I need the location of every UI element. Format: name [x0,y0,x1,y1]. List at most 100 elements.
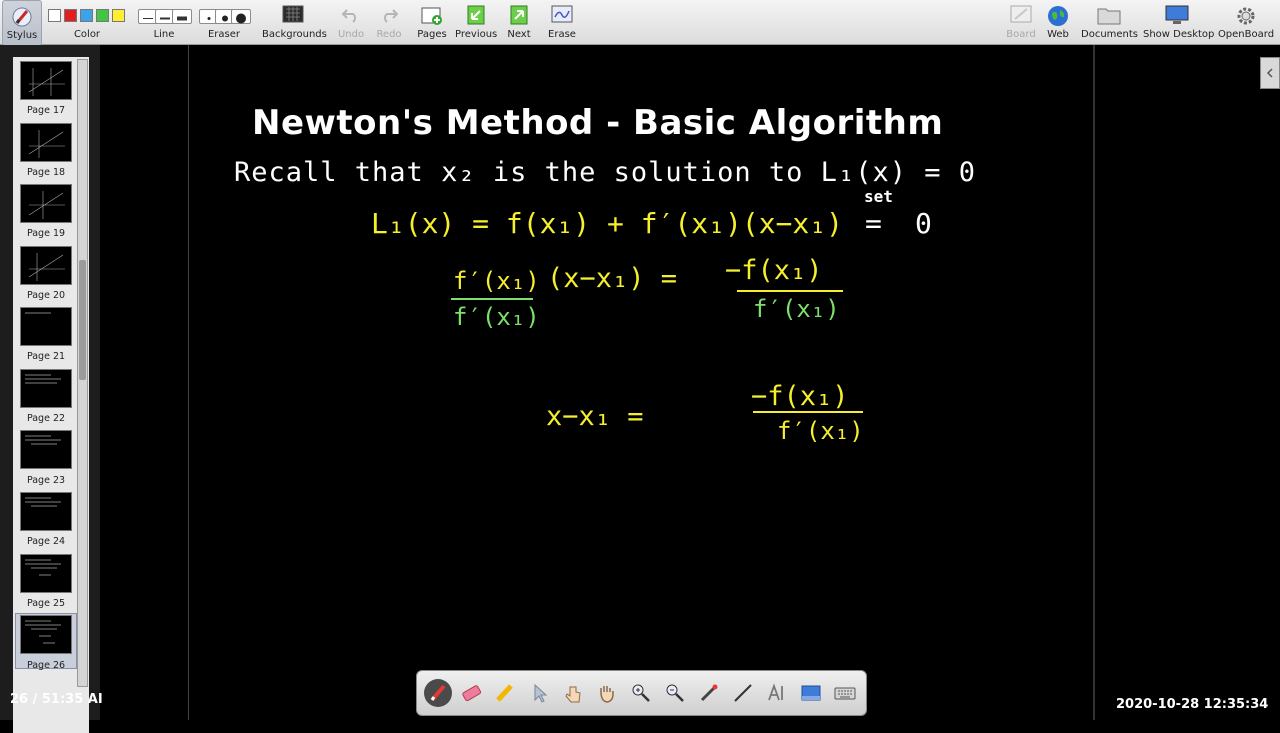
text-tool-button[interactable] [763,679,791,707]
numerator-derivative: f′(x₁) [453,267,540,295]
line-tool-button[interactable] [729,679,757,707]
board-canvas[interactable]: Newton's Method - Basic Algorithm Recall… [100,45,1280,720]
board-title: Newton's Method - Basic Algorithm [252,103,944,143]
thumbnail-label: Page 20 [26,290,66,301]
thumbnail-page-25[interactable] [20,554,72,593]
interact-tool-button[interactable] [559,679,587,707]
selector-tool-button[interactable] [525,679,553,707]
backgrounds-label: Backgrounds [262,29,327,40]
thumbnail-label: Page 25 [26,598,66,609]
thumbnail-label: Page 19 [26,228,66,239]
eraser-tool-button[interactable] [457,679,485,707]
hand-icon [600,686,614,703]
thumbnail-page-19[interactable] [20,184,72,223]
thumbnail-page-21[interactable] [20,307,72,346]
thumbnail-page-26[interactable] [20,615,72,654]
next-button[interactable]: Next [504,0,534,44]
openboard-label: OpenBoard [1217,29,1275,40]
page-status-text: 26 / 51:35 AI [10,692,103,707]
previous-label: Previous [455,29,498,40]
marker-tool-button[interactable] [491,679,519,707]
timestamp: 2020-10-28 12:35:34 [1116,697,1269,712]
thumbnail-label: Page 26 [26,660,66,671]
erase-button[interactable]: Erase [545,0,579,44]
capture-tool-button[interactable] [797,679,825,707]
eraser-icon [462,685,482,702]
color-swatch-yellow[interactable] [112,9,125,22]
web-label: Web [1047,29,1069,40]
line-thick-button[interactable] [172,9,192,24]
thumbnail-label: Page 21 [26,351,66,362]
color-swatch-blue[interactable] [80,9,93,22]
hand-tool-button[interactable] [593,679,621,707]
solution-denominator: f′(x₁) [777,417,864,445]
previous-button[interactable]: Previous [455,0,497,44]
backgrounds-icon [282,5,304,23]
redo-label: Redo [376,29,402,40]
denominator-derivative: f′(x₁) [453,303,540,331]
line-label: Line [153,29,175,40]
color-group: Color [46,0,128,44]
arrow-pointer-icon [534,683,548,703]
thumbnail-scrollbar[interactable] [77,59,88,687]
thumbnail-label: Page 22 [26,413,66,424]
set-equals-sign: = [865,207,882,240]
board-icon [1010,5,1032,23]
thumbnail-page-18[interactable] [20,123,72,162]
thumbnail-page-17[interactable] [20,61,72,100]
board-label: Board [1006,29,1036,40]
web-button[interactable]: Web [1043,0,1073,44]
board-button[interactable]: Board [1005,0,1037,44]
color-swatch-green[interactable] [96,9,109,22]
x-minus-x1-equals: (x−x₁) = [547,263,678,294]
thumbnail-label: Page 23 [26,475,66,486]
next-label: Next [507,29,531,40]
backgrounds-button[interactable]: Backgrounds [262,0,327,44]
next-page-icon [510,5,528,25]
erase-board-icon [551,5,573,23]
zoom-out-icon [666,684,684,702]
eraser-large-button[interactable] [231,9,251,24]
thumbnail-label: Page 17 [26,105,66,116]
color-swatch-white[interactable] [48,9,61,22]
color-swatch-red[interactable] [64,9,77,22]
virtual-keyboard-button[interactable] [831,679,859,707]
stylus-button[interactable]: Stylus [2,0,42,46]
laser-pointer-button[interactable] [695,679,723,707]
pen-tool-button[interactable] [424,679,452,707]
zoom-in-button[interactable] [627,679,655,707]
solution-numerator: −f(x₁) [751,381,849,412]
right-panel-collapse-handle[interactable] [1260,57,1280,89]
show-desktop-button[interactable]: Show Desktop [1143,0,1215,44]
undo-button[interactable]: Undo [336,0,366,44]
documents-button[interactable]: Documents [1081,0,1138,44]
laser-pointer-icon [700,684,718,702]
thumbnail-page-20[interactable] [20,246,72,285]
openboard-menu-button[interactable]: OpenBoard [1217,0,1275,44]
globe-icon [1048,6,1068,26]
pen-icon [430,684,446,702]
pointing-hand-icon [565,686,581,703]
show-desktop-label: Show Desktop [1143,29,1215,40]
keyboard-icon [834,687,856,700]
thumbnail-label: Page 18 [26,167,66,178]
stylus-icon [12,7,32,27]
fraction-bar [451,298,533,300]
chevron-left-icon [1266,68,1273,78]
linearization-equation: L₁(x) = f(x₁) + f′(x₁)(x−x₁) [371,207,844,240]
thumbnail-page-24[interactable] [20,492,72,531]
board-page[interactable]: Newton's Method - Basic Algorithm Recall… [188,45,1094,720]
x-minus-x1-lhs: x−x₁ = [546,401,644,432]
thumbnail-page-23[interactable] [20,430,72,469]
redo-button[interactable]: Redo [374,0,404,44]
line-group: Line [137,0,192,44]
zoom-out-button[interactable] [661,679,689,707]
scrollbar-thumb[interactable] [79,260,86,380]
zero-rhs: 0 [915,207,932,240]
thumbnail-page-22[interactable] [20,369,72,408]
eraser-label: Eraser [207,29,241,40]
rhs-numerator: −f(x₁) [725,255,823,286]
set-label: set [864,187,893,206]
thumbnail-label: Page 24 [26,536,66,547]
pages-button[interactable]: Pages [416,0,448,44]
